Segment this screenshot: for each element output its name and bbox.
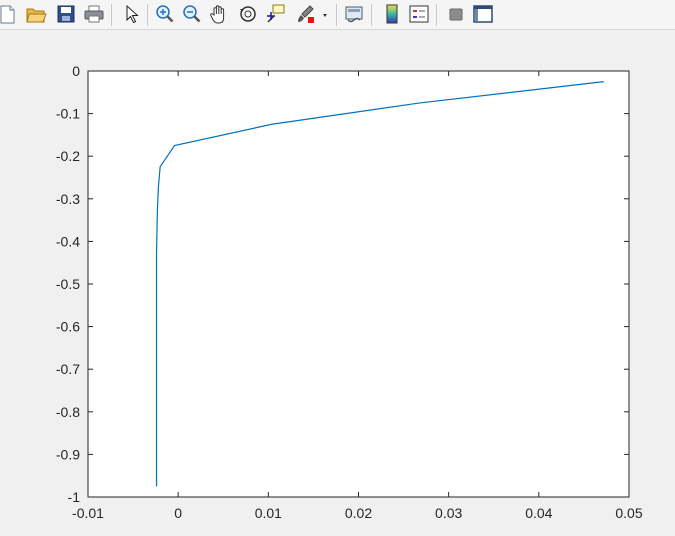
rotate-3d-icon[interactable]	[237, 3, 259, 25]
show-plot-tools-icon[interactable]	[472, 3, 494, 25]
x-tick-label: 0.05	[615, 505, 642, 521]
open-file-icon[interactable]	[25, 3, 47, 25]
y-tick-label: -1	[68, 489, 81, 505]
hide-plot-tools-icon[interactable]	[445, 3, 467, 25]
y-tick-label: -0.3	[56, 191, 80, 207]
link-plot-icon[interactable]	[343, 3, 365, 25]
toolbar-separator	[147, 4, 148, 26]
line-plot[interactable]: -0.01 0 0.01 0.02 0.03 0.04 0.05 0 -0.1 -0.2 -0.3 -…	[0, 31, 675, 536]
edit-plot-arrow-icon[interactable]	[120, 3, 142, 25]
zoom-out-icon[interactable]	[181, 3, 203, 25]
data-cursor-icon[interactable]	[265, 3, 287, 25]
x-tick-label: 0.02	[345, 505, 372, 521]
print-icon[interactable]	[83, 3, 105, 25]
x-tick-label: 0.01	[255, 505, 282, 521]
save-icon[interactable]	[55, 3, 77, 25]
x-tick-label: 0	[174, 505, 182, 521]
zoom-in-icon[interactable]	[154, 3, 176, 25]
x-tick-label: 0.03	[435, 505, 462, 521]
y-tick-label: -0.5	[56, 276, 80, 292]
colorbar-icon[interactable]	[381, 3, 403, 25]
figure-toolbar	[0, 0, 675, 30]
y-tick-label: 0	[72, 63, 80, 79]
y-tick-label: -0.4	[56, 233, 80, 249]
toolbar-separator	[436, 4, 437, 26]
legend-icon[interactable]	[408, 3, 430, 25]
toolbar-separator	[111, 4, 112, 26]
y-tick-label: -0.9	[56, 446, 80, 462]
y-tick-label: -0.1	[56, 106, 80, 122]
brush-icon[interactable]	[294, 3, 316, 25]
brush-dropdown-icon[interactable]	[318, 3, 332, 25]
y-tick-label: -0.8	[56, 404, 80, 420]
x-tick-label: 0.04	[525, 505, 552, 521]
axes-background	[88, 71, 629, 497]
figure-canvas: -0.01 0 0.01 0.02 0.03 0.04 0.05 0 -0.1 -0.2 -0.3 -…	[0, 31, 675, 536]
y-tick-label: -0.6	[56, 319, 80, 335]
y-tick-label: -0.7	[56, 361, 80, 377]
pan-hand-icon[interactable]	[208, 3, 230, 25]
y-tick-label: -0.2	[56, 148, 80, 164]
new-figure-icon[interactable]	[0, 3, 18, 25]
toolbar-separator	[336, 4, 337, 26]
toolbar-separator	[371, 4, 372, 26]
x-tick-label: -0.01	[72, 505, 104, 521]
